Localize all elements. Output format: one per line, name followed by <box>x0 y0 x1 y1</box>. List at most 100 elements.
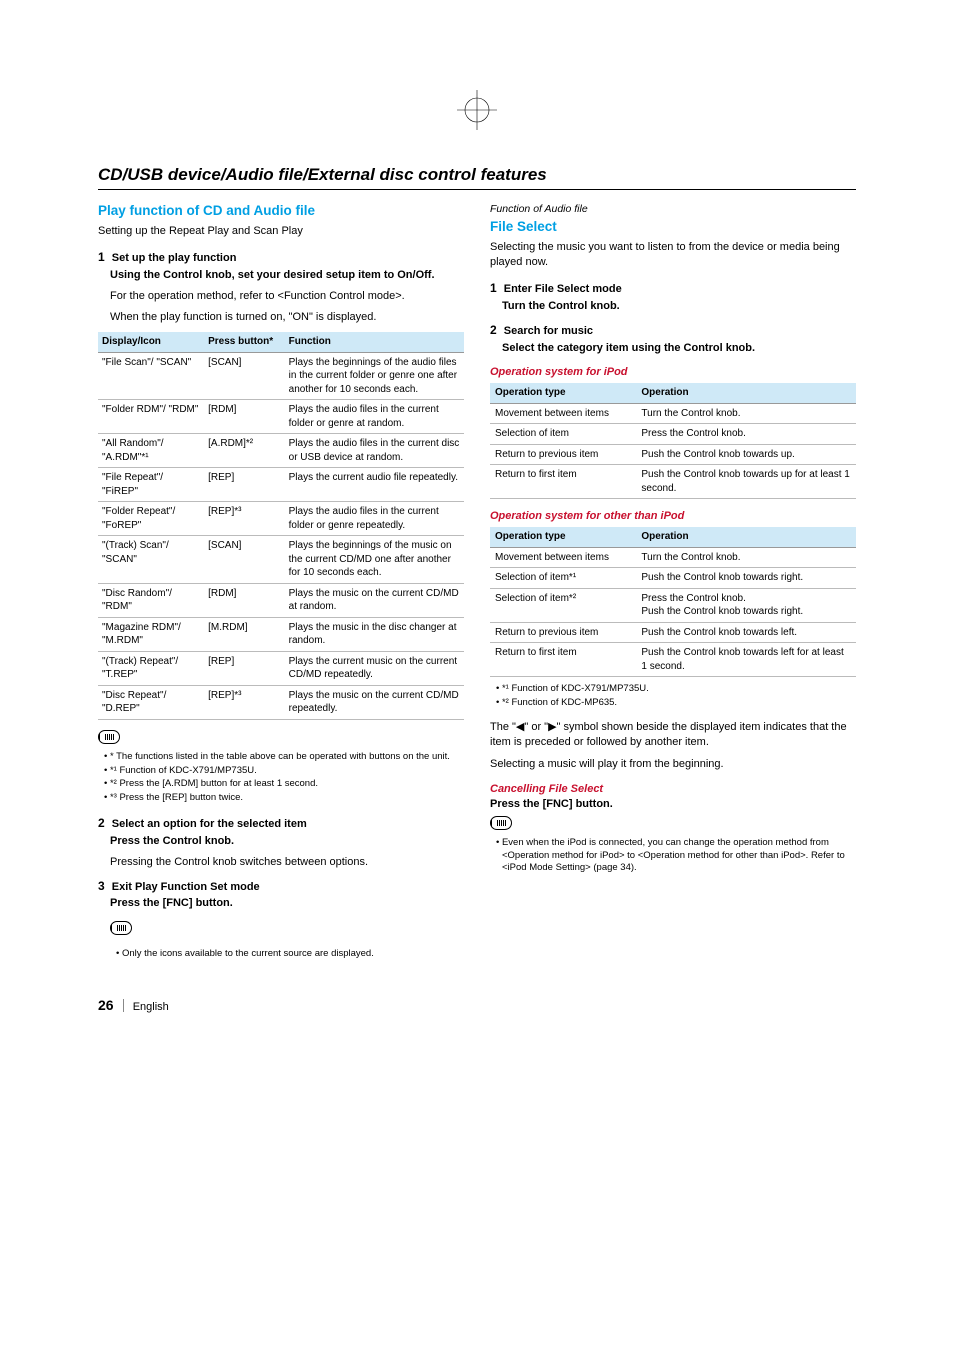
table-row: "Magazine RDM"/ "M.RDM"[M.RDM]Plays the … <box>98 617 464 651</box>
table-cell: "(Track) Repeat"/ "T.REP" <box>98 651 204 685</box>
note-item: Only the icons available to the current … <box>116 948 464 961</box>
pretitle: Function of Audio file <box>490 202 856 216</box>
table-cell: "(Track) Scan"/ "SCAN" <box>98 536 204 584</box>
step-number: 3 <box>98 879 105 893</box>
step-1: 1 Set up the play function Using the Con… <box>98 249 464 324</box>
left-column: Play function of CD and Audio file Setti… <box>98 202 464 971</box>
table-cell: Push the Control knob towards up for at … <box>636 465 856 499</box>
step-instruction-bold: Press the [FNC] button. <box>110 896 464 911</box>
step-title: Exit Play Function Set mode <box>112 881 260 893</box>
table-row: Movement between itemsTurn the Control k… <box>490 547 856 568</box>
table-row: Selection of item*¹Push the Control knob… <box>490 568 856 589</box>
table-cell: Plays the audio files in the current fol… <box>285 400 464 434</box>
note-icon <box>110 921 132 935</box>
note-item: Even when the iPod is connected, you can… <box>496 837 856 875</box>
notes-list: Only the icons available to the current … <box>110 948 464 961</box>
table-cell: Push the Control knob towards right. <box>636 568 856 589</box>
step-2: 2 Search for music Select the category i… <box>490 322 856 356</box>
note-item: *³ Press the [REP] button twice. <box>104 792 464 805</box>
table-row: Selection of itemPress the Control knob. <box>490 424 856 445</box>
footer-divider <box>123 999 124 1012</box>
operation-table-ipod: Operation type Operation Movement betwee… <box>490 383 856 499</box>
table-cell: Selection of item*² <box>490 588 636 622</box>
table-row: "(Track) Repeat"/ "T.REP"[REP]Plays the … <box>98 651 464 685</box>
table-cell: Plays the beginnings of the music on the… <box>285 536 464 584</box>
table-cell: Plays the current audio file repeatedly. <box>285 468 464 502</box>
page-title: CD/USB device/Audio file/External disc c… <box>98 165 856 190</box>
page-footer: 26 English <box>98 997 856 1013</box>
table-header: Press button* <box>204 332 285 352</box>
table-cell: Return to previous item <box>490 622 636 643</box>
step-2: 2 Select an option for the selected item… <box>98 815 464 870</box>
table-cell: Return to previous item <box>490 444 636 465</box>
table-cell: Plays the music on the current CD/MD at … <box>285 583 464 617</box>
paragraph: The "◀" or "▶" symbol shown beside the d… <box>490 720 856 750</box>
step-title: Select an option for the selected item <box>112 818 307 830</box>
page-number: 26 <box>98 997 114 1013</box>
table-cell: Return to first item <box>490 465 636 499</box>
table-cell: "Magazine RDM"/ "M.RDM" <box>98 617 204 651</box>
table-cell: Plays the music in the disc changer at r… <box>285 617 464 651</box>
step-title: Enter File Select mode <box>504 283 622 295</box>
table-cell: Plays the music on the current CD/MD rep… <box>285 685 464 719</box>
note-item: *² Press the [A.RDM] button for at least… <box>104 778 464 791</box>
step-instruction-bold: Select the category item using the Contr… <box>502 341 856 356</box>
table-cell: "Disc Random"/ "RDM" <box>98 583 204 617</box>
table-row: Return to first itemPush the Control kno… <box>490 465 856 499</box>
step-text: For the operation method, refer to <Func… <box>110 289 464 304</box>
table-cell: [REP]*³ <box>204 502 285 536</box>
table-cell: Plays the audio files in the current fol… <box>285 502 464 536</box>
table-cell: "Folder Repeat"/ "FoREP" <box>98 502 204 536</box>
right-column: Function of Audio file File Select Selec… <box>490 202 856 971</box>
step-number: 1 <box>98 250 105 264</box>
cancel-heading: Cancelling File Select <box>490 782 856 797</box>
step-number: 2 <box>98 816 105 830</box>
table-cell: "Disc Repeat"/ "D.REP" <box>98 685 204 719</box>
table-row: Return to first itemPush the Control kno… <box>490 643 856 677</box>
table-cell: "All Random"/ "A.RDM"*¹ <box>98 434 204 468</box>
table-header: Operation <box>636 527 856 547</box>
table-row: "File Repeat"/ "FiREP"[REP]Plays the cur… <box>98 468 464 502</box>
table-header: Function <box>285 332 464 352</box>
table-cell: Movement between items <box>490 547 636 568</box>
table-cell: [RDM] <box>204 583 285 617</box>
note-item: *¹ Function of KDC-X791/MP735U. <box>104 765 464 778</box>
step-number: 2 <box>490 323 497 337</box>
step-3: 3 Exit Play Function Set mode Press the … <box>98 878 464 961</box>
operation-heading-other: Operation system for other than iPod <box>490 509 856 524</box>
note-icon <box>490 816 512 830</box>
table-cell: [SCAN] <box>204 536 285 584</box>
notes-list: Even when the iPod is connected, you can… <box>490 837 856 875</box>
table-cell: Plays the audio files in the current dis… <box>285 434 464 468</box>
table-row: "All Random"/ "A.RDM"*¹[A.RDM]*²Plays th… <box>98 434 464 468</box>
table-cell: Selection of item*¹ <box>490 568 636 589</box>
step-instruction-bold: Using the Control knob, set your desired… <box>110 268 464 283</box>
table-row: Return to previous itemPush the Control … <box>490 444 856 465</box>
step-instruction-bold: Turn the Control knob. <box>502 299 856 314</box>
cancel-instruction: Press the [FNC] button. <box>490 797 856 812</box>
table-row: "Folder RDM"/ "RDM"[RDM]Plays the audio … <box>98 400 464 434</box>
table-cell: [SCAN] <box>204 352 285 400</box>
registration-mark <box>457 90 497 130</box>
step-title: Set up the play function <box>112 252 237 264</box>
table-cell: [REP] <box>204 651 285 685</box>
play-function-table: Display/Icon Press button* Function "Fil… <box>98 332 464 720</box>
table-cell: Press the Control knob. <box>636 424 856 445</box>
table-cell: Plays the current music on the current C… <box>285 651 464 685</box>
step-text: Pressing the Control knob switches betwe… <box>110 855 464 870</box>
table-header: Operation type <box>490 383 636 403</box>
right-heading: File Select <box>490 218 856 236</box>
table-row: "(Track) Scan"/ "SCAN"[SCAN]Plays the be… <box>98 536 464 584</box>
table-cell: Return to first item <box>490 643 636 677</box>
table-cell: Push the Control knob towards up. <box>636 444 856 465</box>
table-row: Movement between itemsTurn the Control k… <box>490 403 856 424</box>
table-row: "Disc Random"/ "RDM"[RDM]Plays the music… <box>98 583 464 617</box>
note-item: *² Function of KDC-MP635. <box>496 697 856 710</box>
table-row: Return to previous itemPush the Control … <box>490 622 856 643</box>
right-intro: Selecting the music you want to listen t… <box>490 240 856 270</box>
left-heading: Play function of CD and Audio file <box>98 202 464 220</box>
note-item: * The functions listed in the table abov… <box>104 751 464 764</box>
table-cell: "File Scan"/ "SCAN" <box>98 352 204 400</box>
paragraph: Selecting a music will play it from the … <box>490 757 856 772</box>
table-cell: Movement between items <box>490 403 636 424</box>
